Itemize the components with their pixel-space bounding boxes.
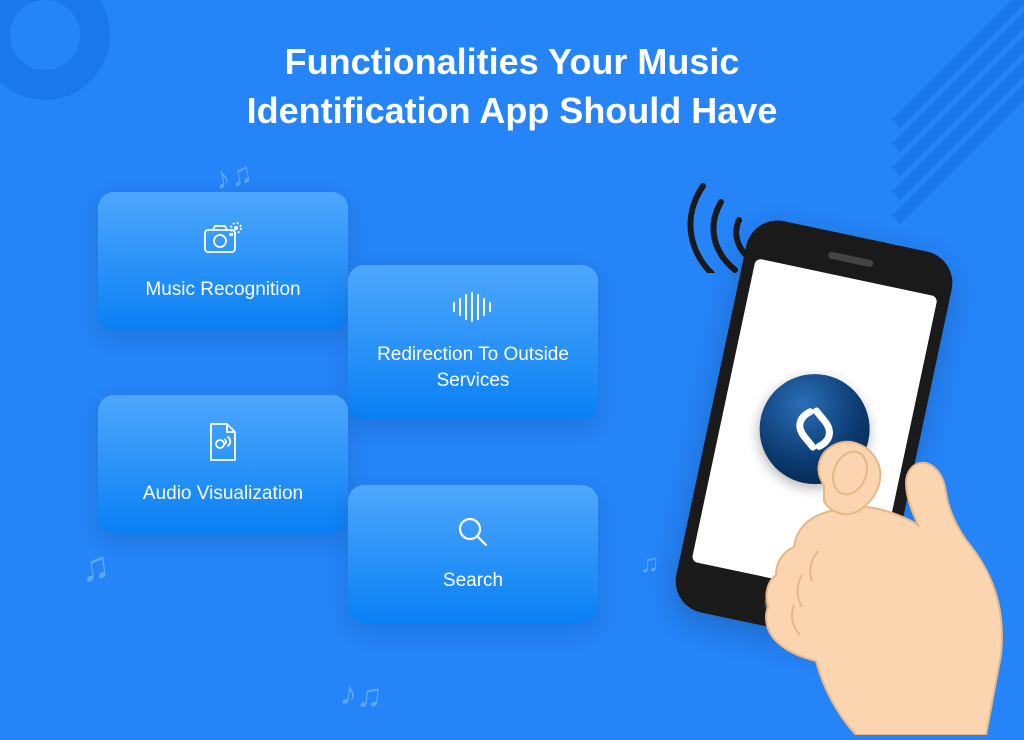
card-label: Music Recognition: [145, 277, 300, 303]
sound-wave-icon: [450, 291, 496, 328]
hand-icon: [706, 375, 1024, 735]
music-note-icon: ♫: [77, 543, 113, 592]
card-audio-visualization: Audio Visualization: [98, 395, 348, 533]
music-note-icon: ♪♫: [338, 674, 384, 717]
title-line-2: Identification App Should Have: [247, 90, 778, 131]
card-redirection: Redirection To Outside Services: [348, 265, 598, 420]
title-line-1: Functionalities Your Music: [285, 41, 740, 82]
card-label: Search: [443, 568, 503, 594]
card-music-recognition: Music Recognition: [98, 192, 348, 330]
phone-illustration: [614, 150, 1024, 710]
camera-id-icon: [201, 220, 245, 263]
card-label: Audio Visualization: [143, 481, 303, 507]
audio-file-icon: [207, 422, 239, 467]
card-label: Redirection To Outside Services: [368, 342, 578, 393]
page-title: Functionalities Your Music Identificatio…: [0, 38, 1024, 135]
search-icon: [456, 515, 490, 554]
card-search: Search: [348, 485, 598, 623]
